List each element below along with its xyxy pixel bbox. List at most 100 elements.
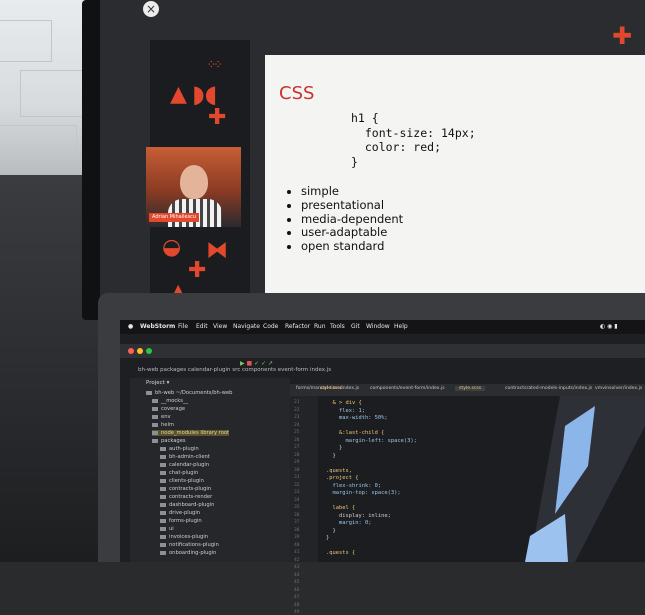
status-icons: ◐ ◉ ▮ <box>600 323 618 330</box>
menu-run[interactable]: Run <box>314 320 326 334</box>
tree-item[interactable]: drive-plugin <box>160 510 200 516</box>
tree-item[interactable]: forms-plugin <box>160 518 202 524</box>
folder-icon <box>160 478 166 483</box>
slide-title: CSS <box>279 83 315 104</box>
cross-icon: ✚ <box>208 105 227 130</box>
menu-window[interactable]: Window <box>366 320 390 334</box>
code-line: .quests, <box>326 467 352 474</box>
tree-item[interactable]: node_modules library root <box>152 430 230 436</box>
menu-git[interactable]: Git <box>351 320 360 334</box>
line-number: 29 <box>294 460 300 465</box>
tree-item[interactable]: chat-plugin <box>160 470 198 476</box>
tree-item-label: contracts-render <box>169 494 213 500</box>
tree-item[interactable]: notifications-plugin <box>160 542 219 548</box>
tree-item[interactable]: bh-admin-client <box>160 454 210 460</box>
menu-edit[interactable]: Edit <box>196 320 208 334</box>
tab-style-scss-active[interactable]: style.scss <box>455 386 486 391</box>
line-number: 33 <box>294 490 300 495</box>
line-number: 25 <box>294 430 300 435</box>
slide-bullet: simple <box>301 184 403 199</box>
tree-list: __mocks__ coverage env helm node_modules lib… <box>152 398 286 562</box>
tree-item[interactable]: calendar-plugin <box>160 462 209 468</box>
folder-icon <box>152 414 158 419</box>
line-number: 31 <box>294 475 300 480</box>
menu-file[interactable]: File <box>178 320 188 334</box>
project-panel-header[interactable]: Project ▾ <box>146 380 169 386</box>
check-icon[interactable]: ✓ ✓ ↗ <box>254 360 273 367</box>
tree-item-label: calendar-plugin <box>169 462 210 468</box>
ide-titlebar <box>120 344 645 358</box>
line-number: 22 <box>294 407 300 413</box>
menu-view[interactable]: View <box>213 320 227 334</box>
slide-bullet: user-adaptable <box>301 226 403 240</box>
slide-code-sample: h1 { font-size: 14px; color: red; } <box>351 111 476 169</box>
tab-style-scss[interactable]: style.scss <box>320 386 342 391</box>
maximize-window-icon[interactable] <box>146 348 152 354</box>
line-number: 39 <box>294 535 300 540</box>
breadcrumb[interactable]: bh-web packages calendar-plugin src comp… <box>138 367 331 373</box>
tab-contracts[interactable]: contractsrated-models-inputs/index.js <box>505 386 592 391</box>
chevron-down-icon[interactable]: ▾ <box>167 380 170 386</box>
menu-tools[interactable]: Tools <box>330 320 345 334</box>
code-line: display: inline; <box>326 512 391 519</box>
debug-icon[interactable]: ■ <box>247 360 253 367</box>
macos-menubar: ● WebStorm File Edit View Navigate Code … <box>120 320 645 334</box>
dots-icon: ⁘⁘ <box>208 60 222 69</box>
tree-item[interactable]: onboarding-plugin <box>160 550 216 556</box>
code-line: max-width: 50%; <box>326 415 388 421</box>
code-line: margin-top: space(3); <box>326 490 401 496</box>
tree-item[interactable]: ui <box>160 526 174 532</box>
tab-vmvinsolver[interactable]: vmvinsolver/index.js <box>595 386 642 391</box>
tree-item[interactable]: packages <box>152 438 186 444</box>
folder-icon <box>160 542 166 547</box>
apple-icon[interactable]: ● <box>128 320 133 334</box>
tree-item[interactable]: helm <box>152 422 174 428</box>
run-icon[interactable]: ▶ <box>240 360 245 367</box>
presentation-slide: CSS h1 { font-size: 14px; color: red; } … <box>265 55 645 298</box>
tree-item[interactable]: env <box>152 414 171 420</box>
tree-item[interactable]: contracts-plugin <box>160 486 211 492</box>
semicircle-icon: ◒ <box>162 235 182 260</box>
code-line: .project { <box>326 475 359 481</box>
tree-item-label: onboarding-plugin <box>169 550 217 556</box>
line-number: 34 <box>294 497 300 503</box>
slide-bullet: presentational <box>301 198 403 213</box>
tree-root[interactable]: bh-web ~/Documents/bh-web <box>146 390 232 396</box>
project-label[interactable]: Project <box>146 380 165 386</box>
code-line: margin: 0; <box>326 520 372 526</box>
line-number: 27 <box>294 445 300 450</box>
code-line: .quests { <box>326 550 356 556</box>
line-number: 38 <box>294 527 300 533</box>
tree-item[interactable]: clients-plugin <box>160 478 204 484</box>
folder-icon <box>152 438 158 443</box>
tree-item[interactable]: dashboard-plugin <box>160 502 214 508</box>
menu-code[interactable]: Code <box>263 320 278 334</box>
menu-help[interactable]: Help <box>394 320 408 334</box>
tree-item[interactable]: __mocks__ <box>152 398 188 404</box>
tree-item[interactable]: auth-plugin <box>160 446 199 452</box>
folder-icon <box>160 518 166 523</box>
close-window-icon[interactable] <box>128 348 134 354</box>
tree-item[interactable]: invoices-plugin <box>160 534 208 540</box>
tree-item[interactable]: coverage <box>152 406 185 412</box>
minimize-window-icon[interactable] <box>137 348 143 354</box>
bowtie-icon: ⧓ <box>206 238 228 263</box>
ceiling-tile <box>0 125 77 157</box>
bowtie-icon: ◗◖ <box>192 80 218 108</box>
line-number: 23 <box>294 415 300 420</box>
tab-event-form[interactable]: components/event-form/index.js <box>370 386 445 391</box>
folder-icon <box>160 510 166 515</box>
folder-icon <box>160 534 166 539</box>
tree-item-label: drive-plugin <box>169 510 201 516</box>
code-line: &:last-child { <box>326 430 385 436</box>
menu-navigate[interactable]: Navigate <box>233 320 260 334</box>
menu-app-name[interactable]: WebStorm <box>140 320 175 334</box>
menu-refactor[interactable]: Refactor <box>285 320 310 334</box>
tree-item[interactable]: contracts-render <box>160 494 212 500</box>
close-button[interactable]: × <box>143 1 159 17</box>
line-number: 40 <box>294 542 300 548</box>
tree-item-label: notifications-plugin <box>169 542 219 548</box>
folder-icon <box>160 486 166 491</box>
tree-item-label: __mocks__ <box>161 398 189 404</box>
window-reflection <box>525 396 645 562</box>
